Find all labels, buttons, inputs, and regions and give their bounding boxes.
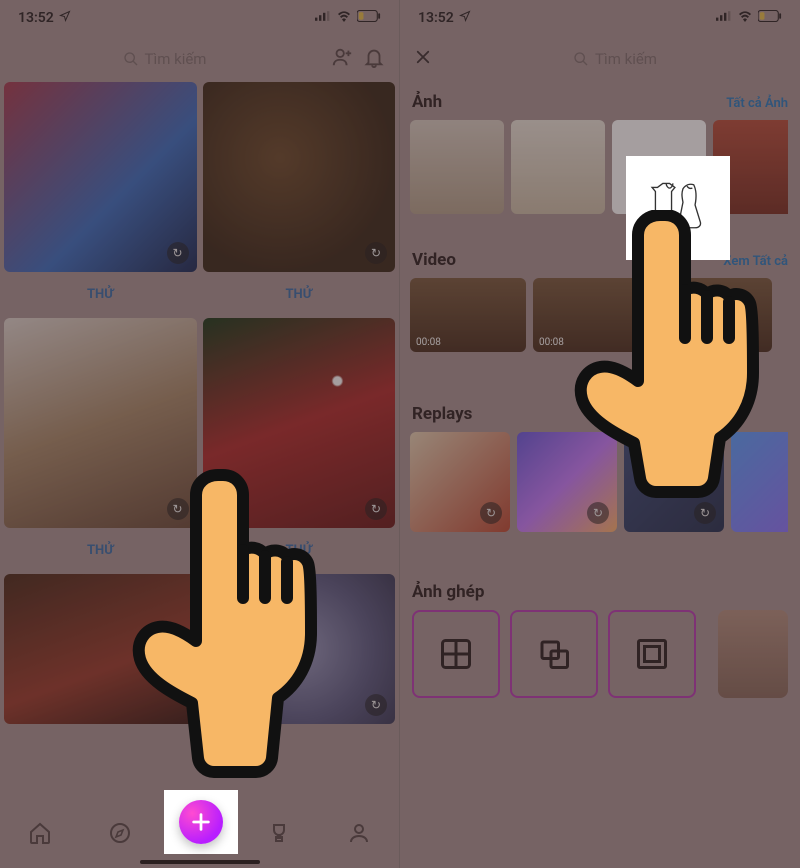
signal-icon — [716, 10, 732, 26]
collage-frame-icon — [634, 636, 670, 672]
tutorial-hand-icon — [570, 210, 760, 510]
battery-icon — [357, 10, 381, 26]
redo-icon: ↻ — [365, 694, 387, 716]
nav-challenges[interactable] — [255, 809, 303, 857]
section-collage: Ảnh ghép — [400, 572, 800, 602]
section-title: Ảnh — [412, 92, 442, 112]
add-friend-icon[interactable] — [331, 46, 353, 72]
plus-icon — [190, 811, 212, 833]
search-icon — [573, 51, 589, 67]
section-title: Video — [412, 250, 456, 270]
status-time: 13:52 — [418, 10, 454, 26]
redo-icon: ↻ — [365, 498, 387, 520]
section-photos: Ảnh Tất cả Ảnh — [400, 82, 800, 214]
wifi-icon — [336, 10, 352, 26]
photo-thumb[interactable] — [410, 120, 504, 214]
collage-freeform-icon — [536, 636, 572, 672]
template-card[interactable]: ↻ THỬ — [4, 82, 197, 312]
header: Tìm kiếm — [0, 36, 399, 82]
location-icon — [459, 10, 471, 26]
status-time: 13:52 — [18, 10, 54, 26]
search-placeholder: Tìm kiếm — [595, 50, 657, 68]
location-icon — [59, 10, 71, 26]
nav-profile[interactable] — [335, 809, 383, 857]
tutorial-hand-icon — [118, 460, 328, 790]
nav-home[interactable] — [16, 809, 64, 857]
template-thumb: ↻ — [203, 82, 396, 272]
replay-thumb[interactable]: ↻ — [410, 432, 510, 532]
collage-grid-icon — [438, 636, 474, 672]
signal-icon — [315, 10, 331, 26]
screen-feed: 13:52 Tìm kiếm ↻ THỬ ↻ — [0, 0, 400, 868]
redo-icon: ↻ — [167, 242, 189, 264]
collage-photo-option[interactable] — [718, 610, 788, 698]
search-bar[interactable]: Tìm kiếm — [10, 43, 319, 75]
collage-frame-option[interactable] — [608, 610, 696, 698]
header: Tìm kiếm — [400, 36, 800, 82]
redo-icon: ↻ — [480, 502, 502, 524]
search-bar[interactable]: Tìm kiếm — [440, 43, 790, 75]
video-duration: 00:08 — [416, 337, 441, 348]
nav-discover[interactable] — [96, 809, 144, 857]
wifi-icon — [737, 10, 753, 26]
create-fab-highlight — [164, 790, 238, 854]
section-title: Replays — [412, 404, 472, 424]
create-fab[interactable] — [179, 800, 223, 844]
try-button[interactable]: THỬ — [203, 276, 396, 312]
template-card[interactable]: ↻ THỬ — [203, 82, 396, 312]
video-duration: 00:08 — [539, 337, 564, 348]
search-placeholder: Tìm kiếm — [145, 50, 207, 68]
close-button[interactable] — [410, 47, 432, 71]
section-title: Ảnh ghép — [412, 582, 484, 602]
screen-picker: 13:52 Tìm kiếm Ảnh Tất cả Ảnh — [400, 0, 800, 868]
section-link-all-photos[interactable]: Tất cả Ảnh — [726, 96, 788, 111]
photo-thumb[interactable] — [511, 120, 605, 214]
notifications-icon[interactable] — [363, 46, 385, 72]
status-bar: 13:52 — [400, 0, 800, 36]
try-button[interactable]: THỬ — [4, 276, 197, 312]
search-icon — [123, 51, 139, 67]
status-bar: 13:52 — [0, 0, 399, 36]
battery-icon — [758, 10, 782, 26]
close-icon — [414, 48, 432, 66]
home-indicator — [140, 860, 260, 864]
redo-icon: ↻ — [365, 242, 387, 264]
video-thumb[interactable]: 00:08 — [410, 278, 526, 352]
template-thumb: ↻ — [4, 82, 197, 272]
collage-freeform-option[interactable] — [510, 610, 598, 698]
collage-grid-option[interactable] — [412, 610, 500, 698]
